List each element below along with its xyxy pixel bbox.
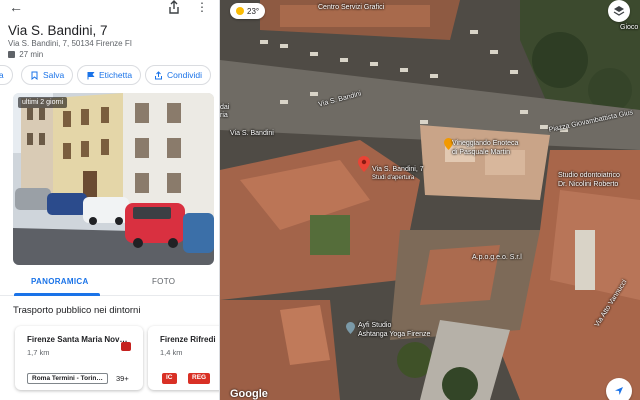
- transit-section-title: Trasporto pubblico nei dintorni: [13, 305, 141, 316]
- photo-age-badge: ultimi 2 giorni: [18, 97, 68, 108]
- travel-time: 27 min: [8, 50, 43, 59]
- ic-tag: IC: [162, 373, 177, 384]
- street-photo[interactable]: ultimi 2 giorni: [13, 93, 214, 265]
- share-chip-icon: [155, 70, 162, 79]
- layers-button[interactable]: [608, 0, 630, 22]
- panel-topbar: ← ⋮: [0, 0, 219, 18]
- place-address: Via S. Bandini, 7, 50134 Firenze FI: [8, 39, 132, 48]
- satellite-map[interactable]: 23° Centro Servizi Grafici Via S. Bandin…: [220, 0, 640, 400]
- map-label-enoteca: Vineggiando Enoteca: [452, 140, 519, 147]
- map-label-studio-2: Dr. Nicolini Roberto: [558, 181, 619, 188]
- street-photo-image: [13, 93, 214, 265]
- more-routes-count: 39+: [116, 374, 129, 383]
- tab-overview[interactable]: PANORAMICA: [31, 277, 89, 286]
- street-label: Via S. Bandini: [230, 130, 274, 137]
- active-tab-indicator: [14, 293, 100, 296]
- place-panel: ← ⋮ Via S. Bandini, 7 Via S. Bandini, 7,…: [0, 0, 220, 400]
- tab-photos[interactable]: FOTO: [152, 277, 175, 286]
- pin-label: Via S. Bandini, 7: [372, 166, 424, 173]
- bookmark-icon: [31, 71, 38, 80]
- share-button-label: Condividi: [167, 70, 202, 80]
- save-label: Salva: [43, 70, 65, 80]
- directions-label: ia: [0, 70, 4, 80]
- station-distance: 1,7 km: [27, 348, 50, 357]
- map-label-ria: ria: [220, 112, 228, 119]
- place-title: Via S. Bandini, 7: [8, 23, 108, 38]
- temperature: 23°: [247, 6, 260, 16]
- share-button[interactable]: Condividi: [145, 65, 211, 85]
- travel-time-value: 27 min: [19, 50, 44, 59]
- directions-button[interactable]: ia: [0, 65, 13, 85]
- more-options-icon[interactable]: ⋮: [196, 0, 208, 14]
- map-label-enoteca-2: di Pasquale Martin: [452, 149, 510, 156]
- google-logo: Google: [230, 388, 268, 400]
- map-label-dai: dai: [220, 104, 230, 111]
- weather-chip[interactable]: 23°: [230, 3, 266, 19]
- place-tabs: PANORAMICA FOTO: [0, 270, 219, 296]
- reg-tag: REG: [188, 373, 211, 384]
- sun-icon: [236, 7, 244, 15]
- station-card[interactable]: Firenze Santa Maria Nov… 1,7 km Roma Ter…: [15, 326, 143, 390]
- label-button-label: Etichetta: [99, 70, 133, 80]
- station-card[interactable]: Firenze Rifredi 1,4 km IC REG: [148, 326, 219, 390]
- bus-icon: [8, 51, 15, 58]
- map-label-studio: Studio odontoiatrico: [558, 172, 620, 179]
- map-label-apogeo: A.p.o.g.e.o. S.r.l: [472, 254, 522, 261]
- share-icon[interactable]: [168, 0, 180, 14]
- map-label-gioco: Gioco: [620, 24, 639, 31]
- route-chip: Roma Termini - Torin…: [27, 373, 108, 384]
- flag-icon: [87, 71, 95, 79]
- action-chips: ia Salva Etichetta Condividi: [0, 65, 219, 85]
- map-label-ayfi: Ayfi Studio: [358, 322, 392, 329]
- pin-sublabel: Studi d'apertura: [372, 175, 415, 181]
- label-button[interactable]: Etichetta: [77, 65, 142, 85]
- station-distance: 1,4 km: [160, 348, 183, 357]
- satellite-imagery: [220, 0, 640, 400]
- navigation-arrow-icon: [615, 387, 623, 395]
- train-icon: [121, 342, 131, 351]
- map-label-centro[interactable]: Centro Servizi Grafici: [318, 4, 384, 11]
- back-arrow-icon[interactable]: ←: [9, 0, 23, 14]
- navigate-button[interactable]: [606, 378, 632, 400]
- save-button[interactable]: Salva: [21, 65, 74, 85]
- layers-icon: [613, 6, 625, 16]
- station-name: Firenze Rifredi: [160, 335, 216, 344]
- station-name: Firenze Santa Maria Nov…: [27, 335, 128, 344]
- place-pin-icon[interactable]: [358, 156, 370, 172]
- gym-pin-icon[interactable]: [346, 322, 355, 334]
- map-label-ayfi-2: Ashtanga Yoga Firenze: [358, 331, 431, 338]
